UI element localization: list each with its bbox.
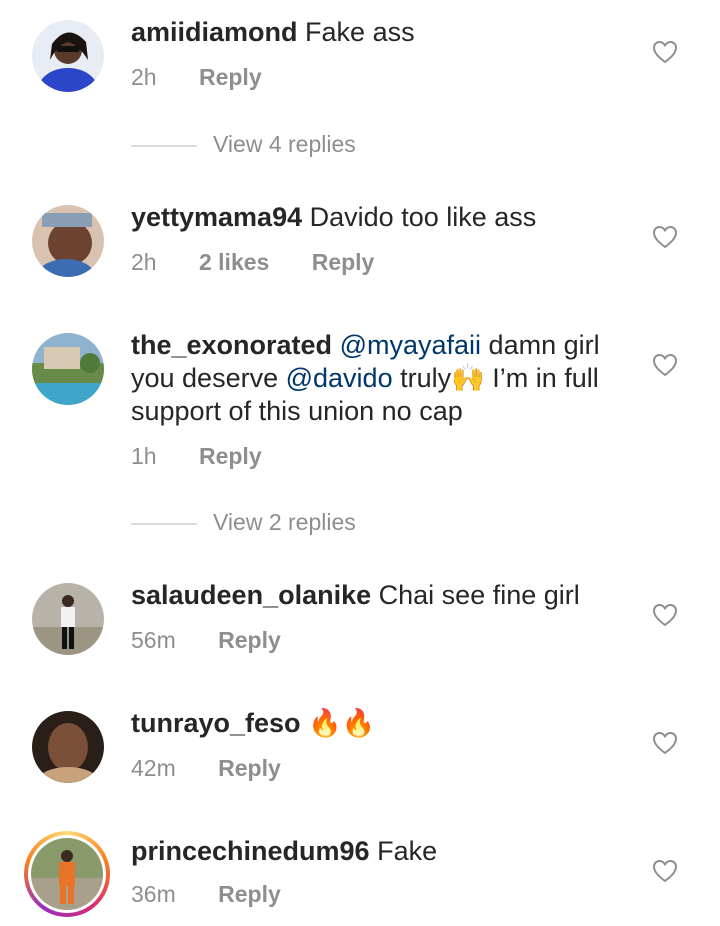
username[interactable]: the_exonorated: [131, 330, 332, 360]
timestamp: 56m: [131, 627, 176, 653]
divider: [131, 522, 197, 525]
avatar[interactable]: [32, 20, 104, 92]
comment-meta: 42m Reply: [131, 755, 317, 782]
username[interactable]: yettymama94: [131, 202, 302, 232]
heart-outline-icon[interactable]: [652, 603, 678, 627]
divider: [131, 144, 197, 147]
comment-item: tunrayo_feso 🔥🔥 42m Reply: [0, 691, 720, 811]
avatar: [28, 835, 106, 913]
comment-item: princechinedum96 Fake 36m Reply: [0, 819, 720, 926]
comment-body: Chai see fine girl: [378, 580, 580, 610]
comment-body: 🔥🔥: [308, 708, 376, 738]
timestamp: 36m: [131, 881, 176, 907]
timestamp: 2h: [131, 64, 157, 90]
comment-item: yettymama94 Davido too like ass 2h 2 lik…: [0, 185, 720, 305]
comment-item: amiidiamond Fake ass 2h Reply: [0, 0, 720, 120]
timestamp: 42m: [131, 755, 176, 781]
view-replies-button[interactable]: View 2 replies: [131, 509, 356, 539]
reply-button[interactable]: Reply: [199, 443, 262, 469]
reply-button[interactable]: Reply: [199, 64, 262, 90]
heart-outline-icon[interactable]: [652, 353, 678, 377]
mention-link[interactable]: @myayafaii: [340, 330, 481, 360]
comment-item: salaudeen_olanike Chai see fine girl 56m…: [0, 563, 720, 683]
comment-item: the_exonorated @myayafaii damn girl you …: [0, 313, 720, 483]
comment-text: salaudeen_olanike Chai see fine girl: [131, 579, 631, 612]
comment-text: princechinedum96 Fake: [131, 835, 631, 868]
avatar[interactable]: [32, 333, 104, 405]
comment-text: yettymama94 Davido too like ass: [131, 201, 631, 234]
comment-meta: 36m Reply: [131, 881, 317, 908]
username[interactable]: salaudeen_olanike: [131, 580, 371, 610]
comment-body: Davido too like ass: [309, 202, 537, 232]
reply-button[interactable]: Reply: [218, 881, 281, 907]
username[interactable]: tunrayo_feso: [131, 708, 301, 738]
avatar-story-ring[interactable]: [24, 831, 110, 917]
timestamp: 2h: [131, 249, 157, 275]
comment-meta: 1h Reply: [131, 443, 298, 470]
heart-outline-icon[interactable]: [652, 40, 678, 64]
heart-outline-icon[interactable]: [652, 731, 678, 755]
comment-meta: 56m Reply: [131, 627, 317, 654]
mention-link[interactable]: @davido: [286, 363, 393, 393]
avatar[interactable]: [32, 711, 104, 783]
comment-text: tunrayo_feso 🔥🔥: [131, 707, 631, 740]
comment-meta: 2h 2 likes Reply: [131, 249, 410, 276]
reply-button[interactable]: Reply: [218, 755, 281, 781]
comment-meta: 2h Reply: [131, 64, 298, 91]
comment-text: the_exonorated @myayafaii damn girl you …: [131, 329, 631, 428]
view-replies-button[interactable]: View 4 replies: [131, 131, 356, 161]
username[interactable]: princechinedum96: [131, 836, 370, 866]
likes-count[interactable]: 2 likes: [199, 249, 269, 275]
avatar[interactable]: [32, 583, 104, 655]
heart-outline-icon[interactable]: [652, 859, 678, 883]
timestamp: 1h: [131, 443, 157, 469]
heart-outline-icon[interactable]: [652, 225, 678, 249]
avatar[interactable]: [32, 205, 104, 277]
reply-button[interactable]: Reply: [218, 627, 281, 653]
comment-body: Fake ass: [305, 17, 415, 47]
username[interactable]: amiidiamond: [131, 17, 298, 47]
comment-text: amiidiamond Fake ass: [131, 16, 631, 49]
reply-button[interactable]: Reply: [312, 249, 375, 275]
comment-body: Fake: [377, 836, 438, 866]
